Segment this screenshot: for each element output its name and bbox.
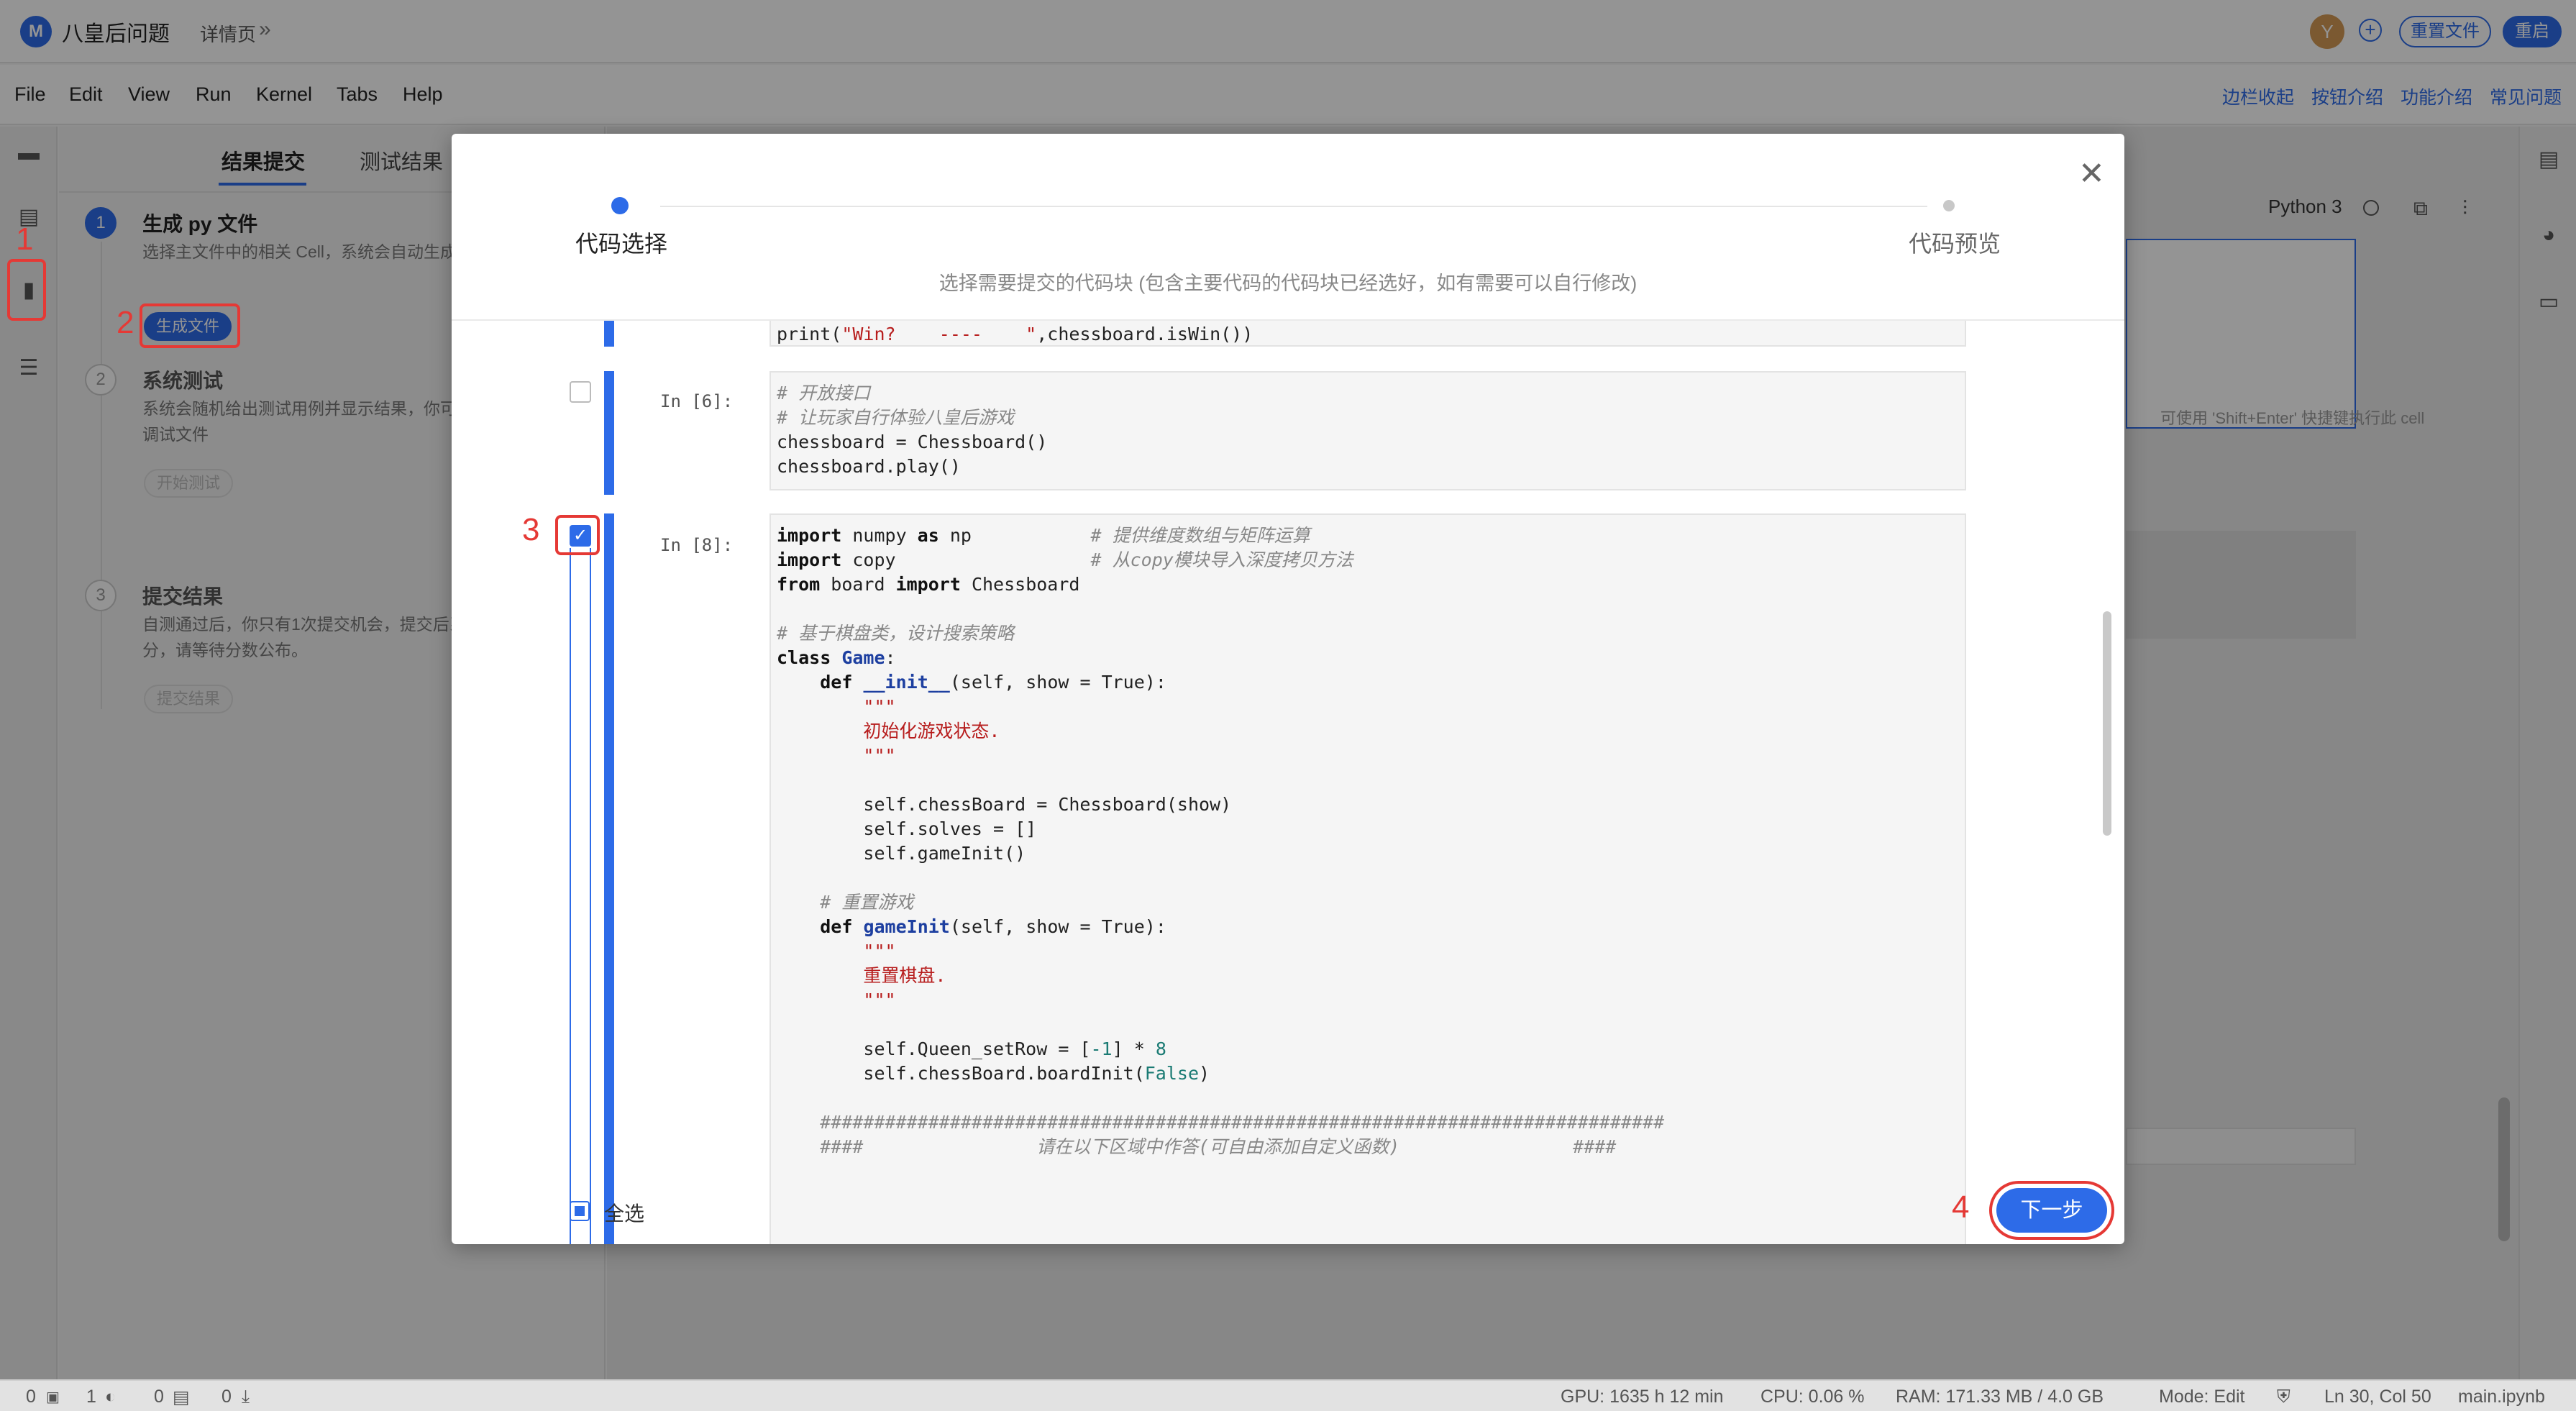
cell-selection-bar — [604, 371, 614, 495]
file-name: main.ipynb — [2458, 1387, 2545, 1407]
code-text: import numpy as np # 提供维度数组与矩阵运算 import … — [777, 525, 1665, 1157]
close-icon[interactable]: ✕ — [2078, 155, 2105, 192]
next-step-button[interactable]: 下一步 — [1996, 1188, 2107, 1233]
code-cell-list[interactable]: print("Win? ---- ",chessboard.isWin()) I… — [452, 321, 2124, 1244]
step-track — [660, 206, 1927, 207]
cell-selection-bar — [604, 321, 614, 347]
modal-scrollbar[interactable] — [2103, 611, 2111, 836]
cell-checkbox-guide — [570, 548, 591, 1244]
step-code-select: 代码选择 — [575, 231, 668, 257]
code-select-modal: ✕ 代码选择 代码预览 选择需要提交的代码块 (包含主要代码的代码块已经选好，如… — [452, 134, 2124, 1244]
annotation-4: 4 — [1952, 1189, 1970, 1225]
cell-prompt: In [6]: — [660, 391, 734, 411]
annotation-box-2 — [140, 303, 240, 348]
cell-prompt: In [8]: — [660, 535, 734, 555]
code-text: # 开放接口 # 让玩家自行体验八皇后游戏 chessboard = Chess… — [777, 383, 1048, 477]
terminal-count[interactable]: 0 — [26, 1387, 36, 1407]
file-count[interactable]: 0 — [154, 1387, 164, 1407]
cursor-position[interactable]: Ln 30, Col 50 — [2324, 1387, 2431, 1407]
code-text: print("Win? ---- ",chessboard.isWin()) — [777, 324, 1253, 344]
select-all-checkbox[interactable] — [570, 1201, 590, 1221]
download-icon: ⤓ — [242, 1387, 250, 1407]
file-icon: ▤ — [173, 1387, 190, 1407]
download-count[interactable]: 0 — [221, 1387, 232, 1407]
annotation-1: 1 — [16, 222, 34, 257]
annotation-3: 3 — [522, 512, 540, 547]
step-code-preview: 代码预览 — [1909, 231, 2001, 257]
kernel-icon: ◐ — [105, 1387, 117, 1407]
shield-icon: ⛨ — [2277, 1387, 2290, 1407]
gpu-usage: GPU: 1635 h 12 min — [1561, 1387, 1724, 1407]
annotation-2: 2 — [117, 305, 134, 340]
cpu-usage: CPU: 0.06 % — [1760, 1387, 1865, 1407]
annotation-box-3 — [555, 515, 600, 555]
cell-checkbox[interactable] — [570, 381, 591, 403]
annotation-box-1 — [7, 259, 46, 321]
kernel-count[interactable]: 1 — [86, 1387, 96, 1407]
step-dot-inactive — [1943, 200, 1955, 211]
cell-selection-bar — [604, 513, 614, 1244]
step-dot-active — [611, 197, 629, 214]
select-all-label[interactable]: 全选 — [604, 1198, 644, 1227]
modal-subtitle: 选择需要提交的代码块 (包含主要代码的代码块已经选好，如有需要可以自行修改) — [938, 273, 1638, 294]
ram-usage: RAM: 171.33 MB / 4.0 GB — [1896, 1387, 2104, 1407]
edit-mode: Mode: Edit — [2159, 1387, 2245, 1407]
terminal-icon: ▣ — [46, 1389, 60, 1405]
status-bar: 0 ▣ 1 ◐ 0 ▤ 0 ⤓ GPU: 1635 h 12 min CPU: … — [0, 1379, 2576, 1411]
